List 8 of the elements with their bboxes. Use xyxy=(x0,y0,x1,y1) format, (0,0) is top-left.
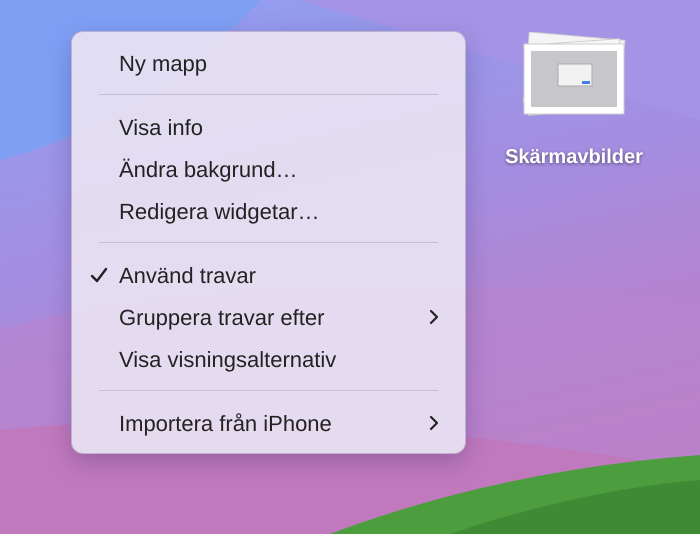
menu-item[interactable]: Visa visningsalternativ xyxy=(72,338,465,380)
menu-item[interactable]: Ny mapp xyxy=(72,42,465,84)
menu-item[interactable]: Importera från iPhone xyxy=(72,402,465,444)
menu-item[interactable]: Använd travar xyxy=(72,254,465,296)
menu-item[interactable]: Redigera widgetar… xyxy=(72,190,465,232)
menu-item[interactable]: Visa info xyxy=(72,106,465,148)
menu-item[interactable]: Ändra bakgrund… xyxy=(72,148,465,190)
menu-item[interactable]: Gruppera travar efter xyxy=(72,296,465,338)
